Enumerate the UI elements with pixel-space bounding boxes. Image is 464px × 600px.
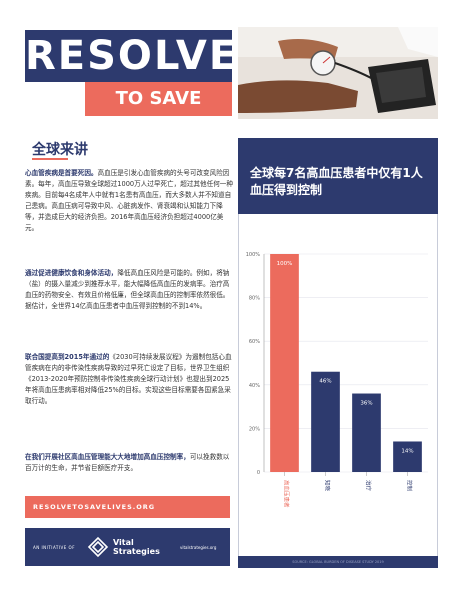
paragraph-1-lead: 心血管疾病是首要死因。	[25, 169, 98, 177]
y-tick-label: 0	[257, 470, 260, 476]
bar-chart: 0 20% 40% 60% 80% 100% 100% 高血压患者 46% 知晓 36% 治疗 14% 控…	[246, 252, 428, 508]
paragraph-3: 联合国提高到2015年通过的《2030可持续发展议程》为遏制包括心血管疾病在内的…	[25, 352, 233, 407]
chart-panel-title: 全球每7名高血压患者中仅有1人血压得到控制	[238, 138, 438, 214]
x-category-label: 知晓	[324, 480, 332, 492]
paragraph-3-lead: 联合国提高到2015年通过的	[25, 353, 110, 361]
bar-value-label: 46%	[319, 379, 331, 385]
paragraph-2: 通过促进健康饮食和身体活动，降低高血压风险是可能的。例如，将钠（盐）的摄入量减少…	[25, 268, 233, 312]
paragraph-1: 心血管疾病是首要死因。高血压是引发心血管疾病的头号可改变风险因素。每年，高血压导…	[25, 168, 233, 234]
y-tick-label: 60%	[249, 339, 260, 345]
y-tick-label: 20%	[249, 426, 260, 432]
y-tick-label: 100%	[246, 252, 261, 258]
chart-source-note: SOURCE: GLOBAL BURDEN OF DISEASE STUDY 2…	[238, 556, 438, 568]
paragraph-4: 在我们开展社区高血压管理能大大地增加高血压控制率，可以挽救数以百万计的生命，并节…	[25, 452, 233, 474]
section-title: 全球来讲	[32, 142, 88, 158]
blood-pressure-photo	[238, 27, 438, 119]
x-category-label: 控制	[406, 480, 414, 492]
website-link[interactable]: RESOLVETOSAVELIVES.ORG	[25, 496, 230, 518]
paragraph-4-bold: 在我们开展社区高血压管理能大大地增加高血压控制率，	[25, 453, 190, 461]
photo-illustration	[238, 27, 438, 119]
bar	[311, 371, 340, 472]
vital-strategies-logo-icon	[87, 536, 109, 558]
brand-subtitle: TO SAVE LIVES	[115, 88, 202, 143]
paragraph-2-lead: 通过促进健康饮食和身体活动，	[25, 269, 118, 277]
brand-title: RESOLVE	[25, 30, 236, 82]
section-underline	[32, 158, 68, 160]
paragraph-1-body: 高血压是引发心血管疾病的头号可改变风险因素。每年，高血压导致全球超过1000万人…	[25, 169, 233, 232]
brand-logo: RESOLVE TO SAVE LIVES	[25, 30, 236, 143]
vital-strategies-name: Vital Strategies	[113, 538, 160, 556]
bar-value-label: 36%	[360, 401, 372, 407]
brand-spacer	[25, 82, 85, 116]
footer-initiative-text: AN INITIATIVE OF	[33, 545, 76, 550]
y-tick-label: 80%	[249, 296, 260, 302]
org-line-2: Strategies	[113, 547, 160, 556]
x-category-label: 治疗	[365, 480, 373, 492]
document-page: RESOLVE TO SAVE LIVES 全球来讲 心血管疾病是首要死因。高血…	[0, 0, 464, 600]
x-category-label: 高血压患者	[283, 480, 291, 508]
bar-value-label: 14%	[401, 448, 413, 454]
org-line-1: Vital	[113, 538, 134, 547]
footer-url[interactable]: vitalstrategies.org	[180, 545, 216, 550]
bar	[393, 441, 422, 472]
bar-value-label: 100%	[277, 261, 293, 267]
y-tick-label: 40%	[249, 383, 260, 389]
bar	[270, 254, 299, 472]
footer-bar: AN INITIATIVE OF Vital Strategies vitals…	[25, 528, 230, 566]
